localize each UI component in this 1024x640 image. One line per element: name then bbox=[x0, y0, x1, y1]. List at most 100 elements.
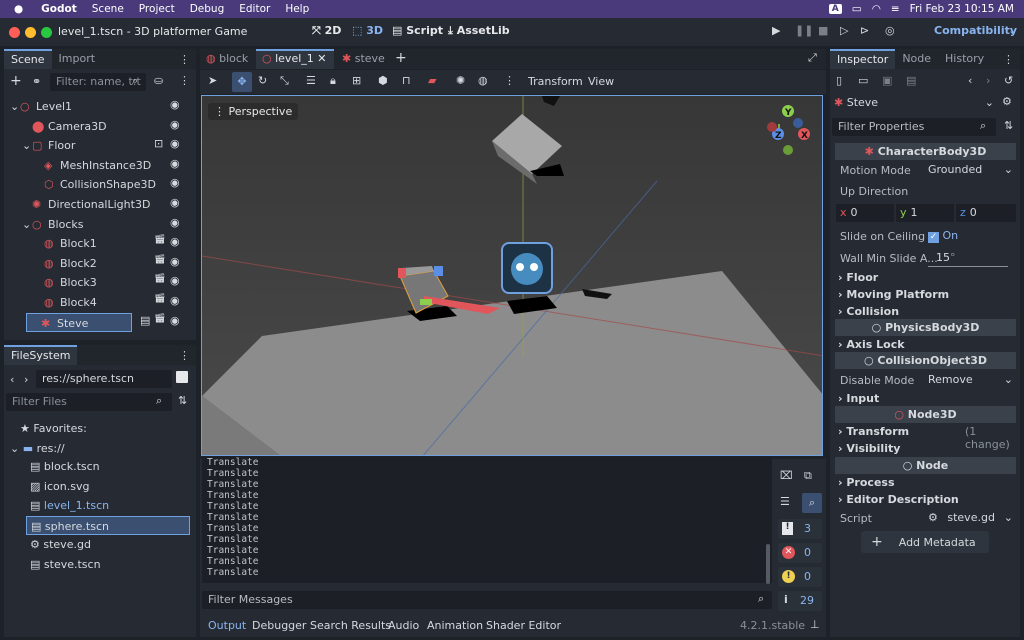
warnings-toggle[interactable]: ! 0 bbox=[778, 567, 822, 587]
file-item-steve-tscn[interactable]: ▤ steve.tscn bbox=[26, 555, 190, 574]
control-center-icon[interactable]: ≡ bbox=[891, 3, 900, 15]
tab-debugger[interactable]: Debugger bbox=[252, 619, 306, 632]
menu-help[interactable]: Help bbox=[285, 3, 309, 15]
search-icon[interactable]: ⌕ bbox=[802, 493, 822, 513]
play-icon[interactable]: ▶ bbox=[772, 24, 780, 37]
tab-scene[interactable]: Scene bbox=[4, 49, 52, 69]
object-selector[interactable]: ✱ Steve ⌄ bbox=[834, 94, 996, 112]
chevron-down-icon[interactable]: ⌄ bbox=[22, 215, 31, 234]
file-item-block-tscn[interactable]: ▤ block.tscn bbox=[26, 457, 190, 476]
kebab-menu-icon[interactable]: ⋮ bbox=[1003, 53, 1014, 66]
section-collision[interactable]: › Collision bbox=[838, 305, 899, 318]
select-tool-icon[interactable]: ➤ bbox=[208, 74, 217, 87]
section-input[interactable]: › Input bbox=[838, 392, 879, 405]
battery-icon[interactable]: ▭ bbox=[852, 3, 862, 15]
mode-script-button[interactable]: ▤ Script bbox=[392, 24, 443, 37]
clear-output-icon[interactable]: ⌧ bbox=[780, 469, 793, 482]
perspective-menu[interactable]: ⋮ Perspective bbox=[208, 103, 299, 120]
stop-icon[interactable]: ■ bbox=[818, 24, 828, 37]
add-node-icon[interactable]: + bbox=[10, 73, 22, 89]
visibility-eye-icon[interactable]: ◉ bbox=[170, 235, 180, 248]
snap-icon[interactable]: ⊓ bbox=[402, 74, 411, 87]
tab-output[interactable]: Output bbox=[208, 619, 246, 632]
favorites-row[interactable]: ★ Favorites: bbox=[20, 422, 87, 435]
play-scene-icon[interactable]: ▷ bbox=[840, 24, 848, 37]
open-folder-icon[interactable]: ▭ bbox=[858, 74, 868, 87]
class-header-node3d[interactable]: ○ Node3D bbox=[835, 406, 1016, 423]
section-moving-platform[interactable]: › Moving Platform bbox=[838, 288, 949, 301]
tree-node-steve[interactable]: ✱ Steve bbox=[26, 312, 132, 332]
environment-icon[interactable]: ◍ bbox=[478, 74, 488, 87]
object-properties-icon[interactable]: ⚙ bbox=[1002, 95, 1012, 108]
tab-import[interactable]: Import bbox=[52, 49, 103, 69]
menu-scene[interactable]: Scene bbox=[92, 3, 124, 15]
visibility-eye-icon[interactable]: ◉ bbox=[170, 137, 180, 150]
gizmo-negz-circle[interactable] bbox=[793, 118, 803, 128]
history-forward-icon[interactable]: › bbox=[986, 74, 990, 87]
viewport-scene[interactable]: Y X Z bbox=[202, 96, 823, 456]
visibility-eye-icon[interactable]: ◉ bbox=[170, 294, 180, 307]
class-header-node[interactable]: ○ Node bbox=[835, 457, 1016, 474]
class-header-collisionobject3d[interactable]: ○ CollisionObject3D bbox=[835, 352, 1016, 369]
script-resource-picker[interactable]: ⚙ steve.gd ⌄ bbox=[928, 509, 1016, 527]
scene-tab-steve[interactable]: ✱ steve bbox=[342, 52, 385, 65]
filter-options-icon[interactable]: ⛀ bbox=[154, 74, 163, 87]
tab-node[interactable]: Node bbox=[895, 49, 938, 69]
tab-animation[interactable]: Animation bbox=[427, 619, 483, 632]
movie-icon[interactable]: ◎ bbox=[885, 24, 895, 37]
version-label[interactable]: 4.2.1.stable bbox=[740, 619, 805, 632]
file-item-sphere-tscn[interactable]: ▤ sphere.tscn bbox=[26, 515, 190, 535]
link-icon[interactable]: ⚭ bbox=[32, 75, 41, 88]
scene-tab-block[interactable]: ◍ block bbox=[206, 52, 248, 65]
mode-3d-button[interactable]: ⬚ 3D bbox=[352, 24, 383, 37]
visibility-eye-icon[interactable]: ◉ bbox=[170, 176, 180, 189]
camera-preview-icon[interactable]: ▰ bbox=[428, 74, 436, 87]
file-item-level-1-tscn[interactable]: ▤ level_1.tscn bbox=[26, 496, 190, 515]
history-back-icon[interactable]: ‹ bbox=[968, 74, 972, 87]
section-visibility[interactable]: › Visibility bbox=[838, 442, 900, 455]
up-direction-y-field[interactable]: y1 bbox=[896, 204, 954, 222]
clock[interactable]: Fri Feb 23 10:15 AM bbox=[910, 3, 1014, 15]
app-menu[interactable]: Godot bbox=[41, 3, 77, 15]
tab-history[interactable]: History bbox=[938, 49, 991, 69]
section-transform[interactable]: › Transform bbox=[838, 425, 909, 438]
gizmo-plane-red[interactable] bbox=[398, 268, 406, 278]
section-editor-description[interactable]: › Editor Description bbox=[838, 493, 959, 506]
tab-audio[interactable]: Audio bbox=[388, 619, 419, 632]
visibility-eye-icon[interactable]: ◉ bbox=[170, 274, 180, 287]
menu-debug[interactable]: Debug bbox=[190, 3, 225, 15]
kebab-menu-icon[interactable]: ⋮ bbox=[179, 53, 190, 66]
mode-2d-button[interactable]: ⤧ 2D bbox=[312, 24, 341, 38]
clapper-icon[interactable]: 🎬︎ bbox=[154, 314, 165, 324]
script-icon[interactable]: ▤ bbox=[140, 314, 150, 327]
sun-icon[interactable]: ✺ bbox=[456, 74, 465, 87]
visibility-eye-icon[interactable]: ◉ bbox=[170, 314, 180, 327]
section-axis-lock[interactable]: › Axis Lock bbox=[838, 338, 905, 351]
gizmo-negy-circle[interactable] bbox=[783, 145, 793, 155]
distraction-free-icon[interactable]: ⤢ bbox=[808, 51, 817, 65]
scene-tab-level-1[interactable]: ○ level_1 ✕ bbox=[256, 49, 334, 69]
view-menu[interactable]: View bbox=[588, 75, 614, 88]
pin-icon[interactable]: ⊥ bbox=[810, 618, 820, 631]
kebab-menu-icon[interactable]: ⋮ bbox=[179, 349, 190, 362]
apple-icon[interactable]: ● bbox=[14, 3, 23, 15]
lock-icon[interactable]: 🔒︎ bbox=[330, 74, 336, 88]
clapper-icon[interactable]: 🎬︎ bbox=[154, 255, 165, 265]
pause-icon[interactable]: ❚❚ bbox=[795, 24, 813, 37]
property-options-icon[interactable]: ⇅ bbox=[1004, 119, 1013, 132]
rotate-tool-icon[interactable]: ↻ bbox=[258, 74, 267, 87]
minimize-window-icon[interactable] bbox=[25, 27, 36, 38]
split-view-icon[interactable] bbox=[176, 371, 188, 383]
filter-properties-input[interactable]: Filter Properties bbox=[832, 118, 996, 136]
clapper-icon[interactable]: 🎬︎ bbox=[154, 294, 165, 304]
history-icon[interactable]: ↺ bbox=[1004, 74, 1013, 87]
res-root-row[interactable]: ⌄ ▬ res:// bbox=[10, 442, 65, 455]
gizmo-y-handle[interactable] bbox=[420, 299, 432, 305]
close-window-icon[interactable] bbox=[9, 27, 20, 38]
kebab-menu-icon[interactable]: ⋮ bbox=[504, 74, 515, 87]
scale-tool-icon[interactable]: ⤡ bbox=[280, 74, 289, 88]
clapper-icon[interactable]: 🎬︎ bbox=[154, 235, 165, 245]
play-custom-icon[interactable]: ⊳ bbox=[860, 24, 869, 37]
3d-viewport[interactable]: Y X Z ⋮ Perspective bbox=[201, 95, 823, 456]
clapper-icon[interactable]: 🎬︎ bbox=[154, 274, 165, 284]
